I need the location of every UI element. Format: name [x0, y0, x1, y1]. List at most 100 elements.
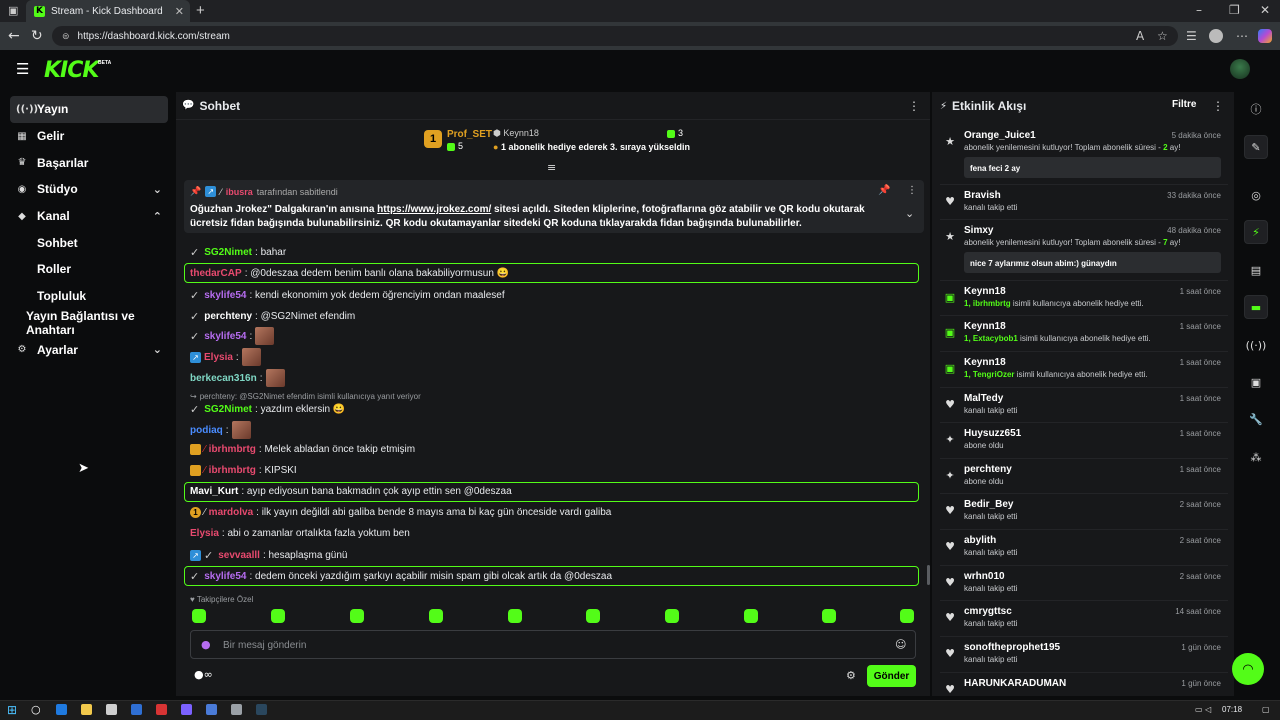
message-user[interactable]: Mavi_Kurt — [190, 486, 238, 497]
second-user[interactable]: Keynn18 — [503, 128, 539, 138]
chat-message[interactable]: ⁄ ibrhmbrtg: Melek abladan önce takip etm… — [190, 444, 415, 455]
event-user[interactable]: abylith — [964, 535, 996, 546]
app-taskbar-icon[interactable] — [181, 704, 192, 715]
event-user[interactable]: Keynn18 — [964, 357, 1006, 368]
search-icon[interactable]: ○ — [31, 703, 41, 716]
emote[interactable] — [192, 609, 206, 623]
edge-taskbar-icon[interactable] — [56, 704, 67, 715]
message-user[interactable]: podiaq — [190, 425, 223, 436]
camera-icon[interactable]: ◎ — [1244, 183, 1268, 207]
chat-message[interactable]: podiaq: — [190, 421, 251, 439]
emote[interactable] — [271, 609, 285, 623]
chat-message[interactable]: thedarCAP: @0deszaa dedem benim banlı ol… — [190, 268, 509, 279]
read-aloud-icon[interactable]: A — [1136, 29, 1144, 43]
face-emote[interactable] — [265, 369, 285, 387]
message-user[interactable]: Elysia — [190, 528, 219, 539]
chat-widget-icon[interactable]: ▬ — [1244, 295, 1268, 319]
chat-message[interactable]: ✓ perchteny: @SG2Nimet efendim — [190, 310, 355, 323]
chevron-down-icon[interactable]: ⌄ — [153, 343, 162, 356]
face-emote[interactable] — [241, 348, 261, 366]
expand-leaderboard-icon[interactable]: ≡ — [547, 161, 556, 174]
points-icon[interactable]: ●∞ — [194, 668, 213, 681]
face-emote[interactable] — [231, 421, 251, 439]
message-user[interactable]: ibrhmbrtg — [209, 465, 256, 476]
minimize-icon[interactable]: – — [1196, 3, 1202, 17]
explorer-taskbar-icon[interactable] — [81, 704, 92, 715]
chevron-down-icon[interactable]: ⌄ — [153, 183, 162, 196]
refresh-icon[interactable]: ↻ — [31, 28, 43, 44]
event-user[interactable]: HARUNKARADUMAN — [964, 678, 1066, 689]
sidebar-item-kanal[interactable]: ◆ Kanal ⌃ — [10, 203, 168, 230]
user-avatar[interactable] — [1230, 59, 1250, 79]
event-user[interactable]: wrhn010 — [964, 571, 1005, 582]
activity-lightning-icon[interactable]: ⚡ — [1244, 220, 1268, 244]
tab-actions-icon[interactable]: ▣ — [8, 4, 18, 17]
expand-pinned-icon[interactable]: ⌄ — [905, 207, 914, 220]
menu-icon[interactable]: ☰ — [16, 60, 29, 78]
event-user[interactable]: Keynn18 — [964, 321, 1006, 332]
volume-icon[interactable]: ▭ ◁ — [1195, 705, 1211, 714]
message-user[interactable]: thedarCAP — [190, 268, 242, 279]
event-user[interactable]: Simxy — [964, 225, 993, 236]
leader-user[interactable]: Prof_SET — [447, 129, 492, 140]
help-button[interactable]: ◠ — [1232, 653, 1264, 685]
message-user[interactable]: ibrhmbrtg — [209, 444, 256, 455]
chat-message[interactable]: ✓ skylife54: kendi ekonomim yok dedem öğr… — [190, 289, 505, 302]
browser-menu-icon[interactable]: ⋯ — [1236, 29, 1248, 43]
message-user[interactable]: mardolva — [209, 507, 253, 518]
favorite-star-icon[interactable]: ☆ — [1157, 29, 1168, 43]
chat-message[interactable]: ✓ skylife54: dedem önceki yazdığım şarkıy… — [190, 570, 612, 583]
message-user[interactable]: skylife54 — [204, 571, 246, 582]
sidebar-item-ayarlar[interactable]: ⚙ Ayarlar ⌄ — [10, 336, 168, 363]
message-user[interactable]: sevvaalll — [218, 550, 260, 561]
kick-logo[interactable]: KICK — [44, 58, 99, 83]
event-user[interactable]: Keynn18 — [964, 286, 1006, 297]
message-user[interactable]: SG2Nimet — [204, 247, 252, 258]
sidebar-item-sohbet[interactable]: Sohbet — [10, 229, 168, 256]
sidebar-item-stream-key[interactable]: Yayın Bağlantısı ve Anahtarı — [10, 309, 168, 337]
message-user[interactable]: SG2Nimet — [204, 404, 252, 415]
chat-message[interactable]: ↗ Elysia: — [190, 348, 261, 366]
pinned-link[interactable]: https://www.jrokez.com/ — [377, 204, 491, 215]
sidebar-item-studyo[interactable]: ◉ Stüdyo ⌄ — [10, 176, 168, 203]
event-user[interactable]: perchteny — [964, 464, 1012, 475]
emote[interactable] — [665, 609, 679, 623]
opera-taskbar-icon[interactable] — [156, 704, 167, 715]
event-user[interactable]: MalTedy — [964, 393, 1003, 404]
chat-message[interactable]: ✓ SG2Nimet: yazdım eklersin 😀 — [190, 403, 345, 416]
store-taskbar-icon[interactable] — [106, 704, 117, 715]
face-emote[interactable] — [255, 327, 275, 345]
steam-taskbar-icon[interactable] — [256, 704, 267, 715]
message-user[interactable]: Elysia — [204, 352, 233, 363]
chat-options-icon[interactable]: ⋮ — [908, 99, 920, 113]
chat-message[interactable]: Elysia: abi o zamanlar ortalıkta fazla y… — [190, 528, 410, 539]
reply-context[interactable]: ↪ perchteny: @SG2Nimet efendim isimli kul… — [190, 392, 421, 401]
send-button[interactable]: Gönder — [867, 665, 916, 687]
emoji-icon[interactable]: ☺ — [895, 638, 906, 651]
site-info-icon[interactable]: ⊜ — [62, 31, 70, 42]
url-field[interactable]: ⊜ https://dashboard.kick.com/stream — [52, 26, 1178, 46]
windows-start-icon[interactable]: ⊞ — [7, 703, 17, 717]
message-user[interactable]: skylife54 — [204, 331, 246, 342]
emote[interactable] — [586, 609, 600, 623]
filter-button[interactable]: Filtre — [1172, 99, 1196, 110]
sidebar-item-gelir[interactable]: ▦ Gelir — [10, 123, 168, 150]
pinned-options-icon[interactable]: ⋮ — [907, 185, 917, 196]
wrench-icon[interactable]: 🔧 — [1244, 407, 1268, 431]
message-user[interactable]: perchteny — [204, 311, 252, 322]
emote[interactable] — [900, 609, 914, 623]
event-user[interactable]: cmrygttsc — [964, 606, 1012, 617]
message-user[interactable]: skylife54 — [204, 290, 246, 301]
event-user[interactable]: Bedir_Bey — [964, 499, 1013, 510]
event-user[interactable]: Huysuzz651 — [964, 428, 1021, 439]
activity-options-icon[interactable]: ⋮ — [1212, 99, 1224, 113]
close-tab-icon[interactable]: ✕ — [175, 5, 184, 18]
chat-message[interactable]: berkecan316n: — [190, 369, 285, 387]
chat-message[interactable]: ✓ skylife54: — [190, 327, 275, 345]
emote[interactable] — [350, 609, 364, 623]
edit-pencil-icon[interactable]: ✎ — [1244, 135, 1268, 159]
emote[interactable] — [508, 609, 522, 623]
favorites-icon[interactable]: ☰ — [1186, 29, 1197, 43]
emote[interactable] — [744, 609, 758, 623]
event-user[interactable]: Orange_Juice1 — [964, 130, 1036, 141]
